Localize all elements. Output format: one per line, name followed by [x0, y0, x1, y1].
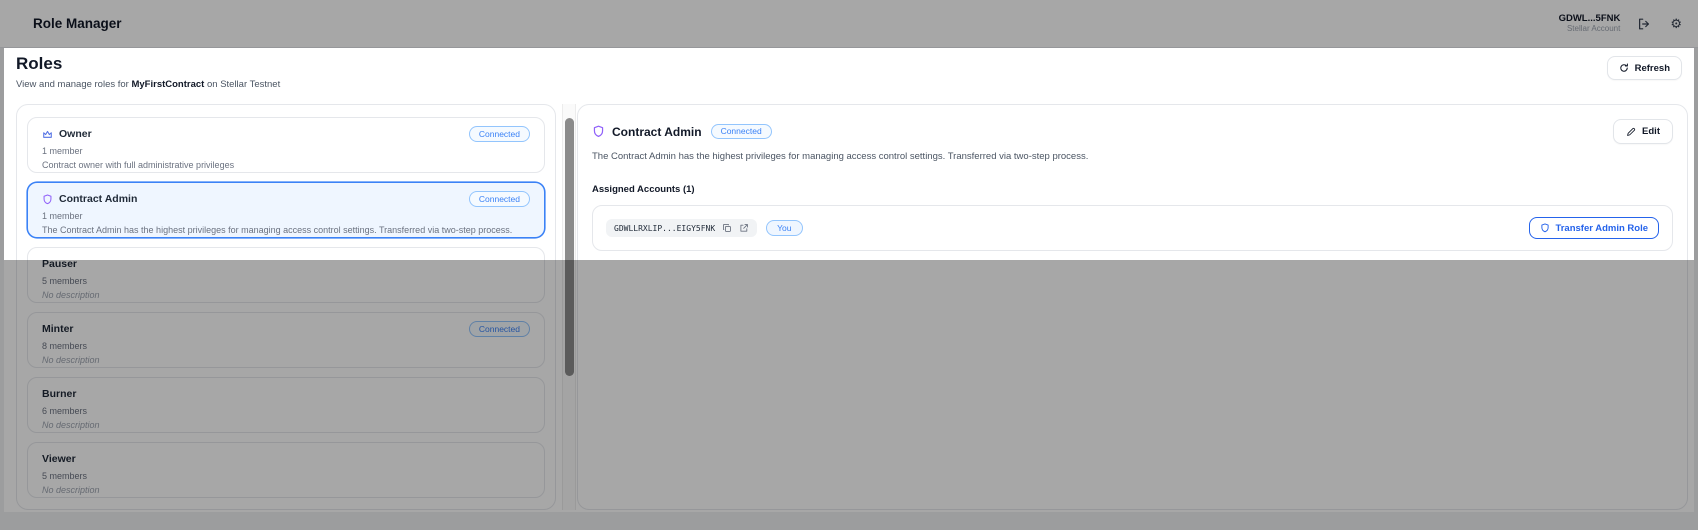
role-name: Viewer	[42, 453, 76, 465]
role-description: Contract owner with full administrative …	[42, 160, 530, 170]
connected-badge: Connected	[469, 126, 530, 141]
page-subtitle: View and manage roles for MyFirstContrac…	[16, 79, 280, 90]
account-short-address: GDWL...5FNK	[1559, 13, 1621, 25]
role-name: Contract Admin	[59, 193, 137, 205]
role-description: No description	[42, 290, 530, 300]
pencil-icon	[1626, 127, 1636, 137]
shield-icon	[42, 194, 53, 205]
detail-role-description: The Contract Admin has the highest privi…	[592, 151, 1673, 162]
role-card[interactable]: Burner 6 members No description	[27, 377, 545, 433]
copy-address-button[interactable]	[722, 223, 732, 233]
assigned-account-row: GDWLLRXLIP...EIGY5FNK You	[592, 205, 1673, 251]
role-list-scrollbar[interactable]	[562, 104, 576, 510]
role-card[interactable]: Viewer 5 members No description	[27, 442, 545, 498]
role-member-count: 1 member	[42, 146, 530, 156]
role-description: No description	[42, 355, 530, 365]
gear-icon: ⚙	[1670, 17, 1682, 32]
role-name: Owner	[59, 128, 92, 140]
logout-button[interactable]	[1635, 15, 1653, 33]
subtitle-prefix: View and manage roles for	[16, 79, 131, 90]
scrollbar-thumb[interactable]	[565, 118, 574, 376]
edit-button[interactable]: Edit	[1613, 119, 1673, 144]
detail-role-title: Contract Admin	[612, 125, 702, 139]
role-card[interactable]: Contract Admin Connected 1 member The Co…	[27, 182, 545, 238]
connected-badge: Connected	[469, 191, 530, 206]
page-title: Roles	[16, 54, 62, 74]
role-member-count: 5 members	[42, 276, 530, 286]
edit-label: Edit	[1642, 126, 1660, 137]
logout-icon	[1637, 17, 1651, 31]
top-navbar: Role Manager GDWL...5FNK Stellar Account…	[0, 0, 1698, 48]
role-description: No description	[42, 485, 530, 495]
role-card[interactable]: Minter Connected 8 members No descriptio…	[27, 312, 545, 368]
role-list-panel: Owner Connected 1 member Contract owner …	[16, 104, 556, 510]
role-list: Owner Connected 1 member Contract owner …	[27, 117, 545, 498]
account-type-label: Stellar Account	[1559, 24, 1621, 34]
role-card[interactable]: Owner Connected 1 member Contract owner …	[27, 117, 545, 173]
shield-icon	[592, 125, 605, 138]
role-member-count: 6 members	[42, 406, 530, 416]
app-title: Role Manager	[33, 16, 122, 31]
connected-badge: Connected	[469, 321, 530, 336]
account-address: GDWLLRXLIP...EIGY5FNK	[614, 224, 715, 233]
subtitle-middle: on	[204, 79, 220, 90]
refresh-icon	[1619, 63, 1629, 73]
role-member-count: 1 member	[42, 211, 530, 221]
account-address-chip: GDWLLRXLIP...EIGY5FNK	[606, 219, 757, 237]
open-explorer-button[interactable]	[739, 223, 749, 233]
transfer-admin-role-button[interactable]: Transfer Admin Role	[1529, 217, 1659, 239]
role-member-count: 8 members	[42, 341, 530, 351]
role-detail-panel: Contract Admin Connected Edit The Contra…	[577, 104, 1688, 510]
account-info: GDWL...5FNK Stellar Account	[1559, 13, 1621, 35]
role-description: The Contract Admin has the highest privi…	[42, 225, 530, 235]
transfer-shield-icon	[1540, 223, 1550, 233]
role-description: No description	[42, 420, 530, 430]
copy-icon	[722, 223, 732, 233]
crown-icon	[42, 129, 53, 140]
external-link-icon	[739, 223, 749, 233]
role-name: Pauser	[42, 258, 77, 270]
role-name: Minter	[42, 323, 74, 335]
refresh-button[interactable]: Refresh	[1607, 56, 1682, 80]
main-content: Roles View and manage roles for MyFirstC…	[4, 48, 1694, 512]
settings-button[interactable]: ⚙	[1668, 14, 1684, 34]
you-badge: You	[766, 220, 802, 236]
dim-overlay-right-edge	[1694, 48, 1698, 260]
refresh-label: Refresh	[1635, 63, 1670, 74]
role-card[interactable]: Pauser 5 members No description	[27, 247, 545, 303]
connected-badge: Connected	[711, 124, 772, 139]
network-name: Stellar Testnet	[220, 79, 280, 90]
role-name: Burner	[42, 388, 76, 400]
role-member-count: 5 members	[42, 471, 530, 481]
assigned-accounts-label: Assigned Accounts (1)	[592, 184, 1673, 195]
transfer-label: Transfer Admin Role	[1555, 223, 1648, 234]
contract-name: MyFirstContract	[131, 79, 204, 90]
